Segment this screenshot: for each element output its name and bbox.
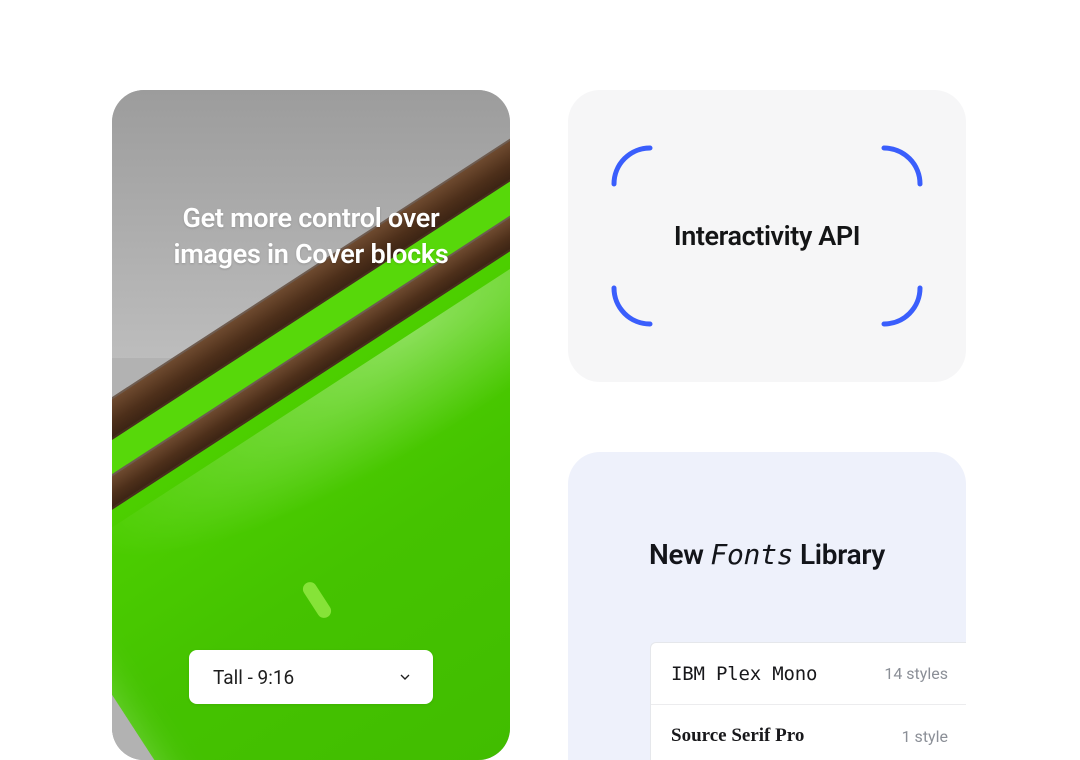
focus-corner-icon	[610, 144, 654, 188]
focus-corner-icon	[610, 284, 654, 328]
fonts-title-suffix: Library	[793, 538, 885, 571]
font-row[interactable]: IBM Plex Mono 14 styles	[651, 643, 966, 705]
fonts-list-panel: IBM Plex Mono 14 styles Source Serif Pro…	[650, 642, 966, 760]
font-styles-count: 1 style	[902, 727, 948, 746]
focus-corner-icon	[880, 144, 924, 188]
fonts-library-title: New Fonts Library	[568, 538, 966, 571]
chevron-down-icon	[397, 669, 413, 685]
font-name: IBM Plex Mono	[671, 663, 817, 685]
aspect-ratio-selected-label: Tall - 9:16	[213, 666, 294, 689]
focus-corner-icon	[880, 284, 924, 328]
cover-block-card: Get more control over images in Cover bl…	[112, 90, 510, 760]
feature-cards-canvas: Get more control over images in Cover bl…	[0, 0, 1080, 760]
interactivity-api-title: Interactivity API	[674, 220, 860, 252]
fonts-title-prefix: New	[649, 538, 710, 571]
cover-title: Get more control over images in Cover bl…	[112, 200, 510, 273]
fonts-library-card: New Fonts Library IBM Plex Mono 14 style…	[568, 452, 966, 760]
font-name: Source Serif Pro	[671, 725, 804, 747]
font-styles-count: 14 styles	[884, 664, 948, 683]
aspect-ratio-select[interactable]: Tall - 9:16	[189, 650, 433, 704]
fonts-title-mono: Fonts	[710, 538, 793, 571]
font-row[interactable]: Source Serif Pro 1 style	[651, 705, 966, 760]
interactivity-api-card: Interactivity API	[568, 90, 966, 382]
